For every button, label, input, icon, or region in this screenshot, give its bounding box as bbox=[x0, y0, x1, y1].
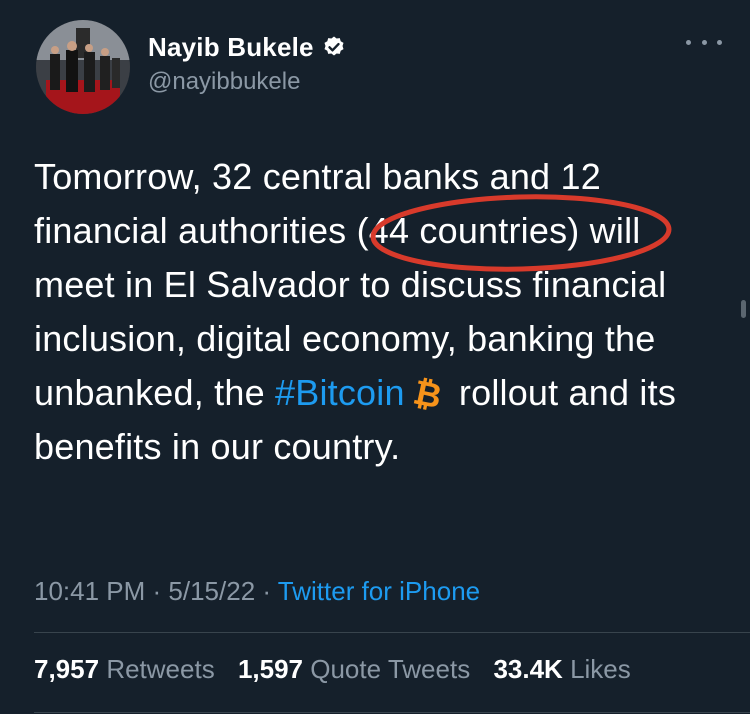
tweet-text: Tomorrow, 32 central banks and 12 financ… bbox=[34, 150, 724, 474]
user-handle[interactable]: @nayibbukele bbox=[148, 68, 346, 96]
quote-tweets-label: Quote Tweets bbox=[310, 654, 471, 684]
retweets-label: Retweets bbox=[106, 654, 215, 684]
tweet-source-link[interactable]: Twitter for iPhone bbox=[278, 576, 480, 606]
hashtag-bitcoin[interactable]: #Bitcoin bbox=[275, 372, 405, 413]
likes-label: Likes bbox=[570, 654, 631, 684]
user-info: Nayib Bukele @nayibbukele bbox=[148, 30, 346, 96]
bitcoin-emoji-icon: ₿ bbox=[411, 376, 445, 410]
meta-separator: · bbox=[255, 576, 278, 606]
display-name[interactable]: Nayib Bukele bbox=[148, 32, 314, 63]
retweets-count: 7,957 bbox=[34, 654, 100, 684]
scrollbar[interactable] bbox=[741, 300, 746, 318]
tweet-date[interactable]: 5/15/22 bbox=[168, 576, 255, 606]
tweet-meta: 10:41 PM · 5/15/22 · Twitter for iPhone bbox=[34, 576, 480, 607]
tweet-stats: 7,957 Retweets 1,597 Quote Tweets 33.4K … bbox=[34, 654, 647, 685]
display-name-row: Nayib Bukele bbox=[148, 30, 346, 64]
retweets-stat[interactable]: 7,957 Retweets bbox=[34, 654, 222, 684]
tweet-time[interactable]: 10:41 PM bbox=[34, 576, 145, 606]
divider bbox=[34, 712, 750, 713]
meta-separator: · bbox=[145, 576, 169, 606]
svg-text:₿: ₿ bbox=[411, 376, 445, 410]
quote-tweets-stat[interactable]: 1,597 Quote Tweets bbox=[238, 654, 478, 684]
more-options-icon[interactable] bbox=[686, 34, 722, 50]
more-dot bbox=[717, 39, 722, 45]
likes-count: 33.4K bbox=[493, 654, 563, 684]
tweet-header: Nayib Bukele @nayibbukele bbox=[36, 20, 726, 116]
avatar[interactable] bbox=[36, 20, 130, 114]
more-dot bbox=[686, 39, 691, 45]
likes-stat[interactable]: 33.4K Likes bbox=[493, 654, 630, 684]
quote-tweets-count: 1,597 bbox=[237, 654, 304, 684]
divider bbox=[34, 632, 750, 633]
verified-badge-icon bbox=[324, 36, 344, 56]
more-dot bbox=[701, 39, 707, 45]
